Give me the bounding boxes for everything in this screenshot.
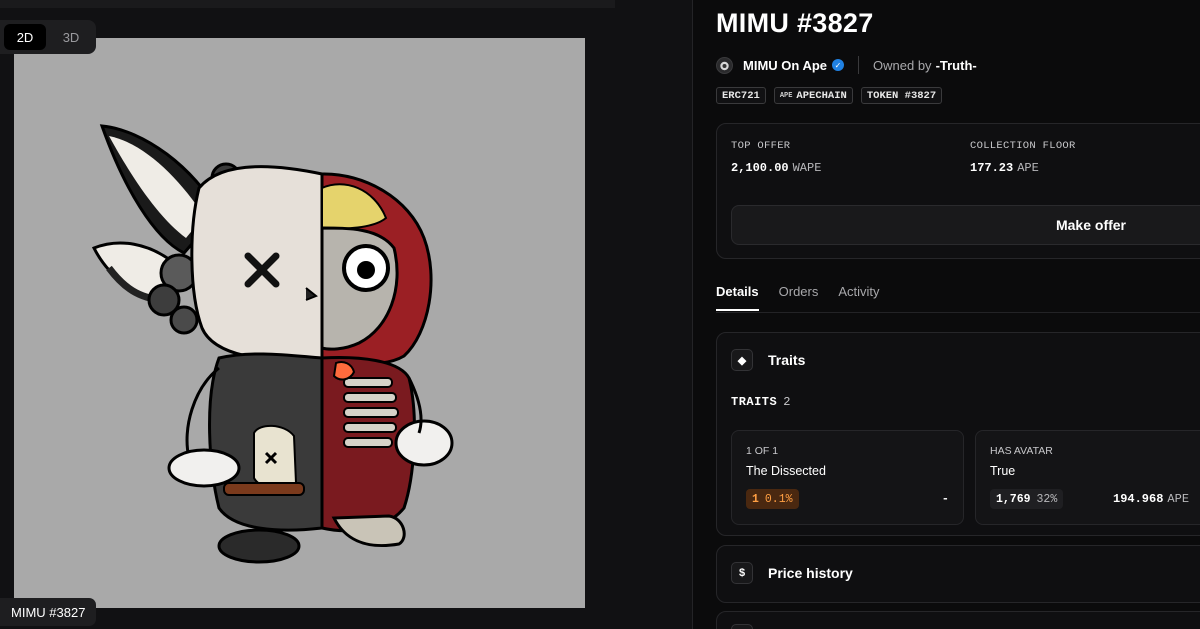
trait-price-value: 194.968 [1113,492,1164,506]
traits-section: ◆ Traits TRAITS 2 1 OF 1 The Dissected 1 … [716,332,1200,536]
top-offer: TOP OFFER 2,100.00 WAPE [731,140,821,175]
floor-unit: APE [1017,161,1039,175]
traits-count-number: 2 [783,395,791,409]
view-mode-toggle: 2D 3D [0,20,96,54]
nft-artwork[interactable] [14,38,585,608]
traits-header[interactable]: ◆ Traits [731,349,805,371]
details-pane: MIMU #3827 MIMU On Ape ✓ Owned by -Truth… [693,0,1200,629]
collection-avatar[interactable] [716,56,733,74]
item-meta-row: MIMU On Ape ✓ Owned by -Truth- [716,55,977,75]
collapsed-section[interactable] [716,611,1200,629]
diamond-icon: ◆ [731,349,753,371]
tab-orders[interactable]: Orders [779,284,819,311]
trait-count: 1,769 [996,492,1031,506]
media-top-strip [0,0,615,8]
traits-count-label: TRAITS [731,395,778,409]
trait-percent: 0.1% [764,492,793,506]
owner-link[interactable]: -Truth- [936,58,977,73]
view-2d-button[interactable]: 2D [4,24,46,50]
tag-standard-label: ERC721 [722,89,760,102]
traits-title: Traits [768,352,806,368]
verified-badge-icon: ✓ [832,59,845,71]
price-history-header[interactable]: $ Price history [731,562,853,584]
media-pane: 2D 3D MIMU #3827 [0,0,693,629]
top-offer-amount: 2,100.00 [731,161,789,175]
top-offer-value: 2,100.00 WAPE [731,161,821,175]
owned-by-label: Owned by [873,57,932,73]
trait-tile[interactable]: 1 OF 1 The Dissected 1 0.1% - [731,430,964,525]
tag-chain-label: APECHAIN [796,89,847,102]
top-offer-unit: WAPE [792,161,822,175]
floor-label: COLLECTION FLOOR [970,140,1076,152]
collection-avatar-icon [720,61,729,70]
tag-chain[interactable]: APE APECHAIN [773,87,853,104]
floor-amount: 177.23 [970,161,1014,175]
traits-count: TRAITS 2 [731,395,791,409]
price-history-title: Price history [768,565,853,581]
tag-standard[interactable]: ERC721 [716,87,766,104]
tab-activity[interactable]: Activity [838,284,879,311]
trait-type: HAS AVATAR [990,445,1053,457]
item-tags: ERC721 APE APECHAIN TOKEN #3827 [716,87,943,104]
trait-value: The Dissected [746,464,826,478]
section-icon [731,624,753,629]
trait-count: 1 [752,492,759,506]
collection-name-link[interactable]: MIMU On Ape [743,58,827,73]
nft-artwork-illustration [14,38,585,608]
detail-tabs: Details Orders Activity [716,284,880,311]
collection-floor: COLLECTION FLOOR 177.23 APE [970,140,1076,175]
view-3d-button[interactable]: 3D [50,24,92,50]
tag-token-label: TOKEN #3827 [866,89,937,102]
item-title: MIMU #3827 [716,8,874,38]
trait-rarity-badge: 1 0.1% [746,489,799,509]
trait-floor-price: - [942,492,949,506]
dollar-icon: $ [731,562,753,584]
ape-icon: APE [779,91,793,100]
trait-percent: 32% [1036,492,1058,506]
tabs-divider [716,312,1200,313]
trait-value: True [990,464,1016,478]
floor-value: 177.23 APE [970,161,1076,175]
top-offer-label: TOP OFFER [731,140,791,152]
media-caption: MIMU #3827 [0,598,97,626]
tag-token-id[interactable]: TOKEN #3827 [860,87,943,104]
tab-details[interactable]: Details [716,284,759,311]
make-offer-button[interactable]: Make offer [731,205,1200,245]
trait-rarity-badge: 1,769 32% [990,489,1064,509]
trait-price-value: - [941,492,949,506]
trait-floor-price: 194.968 APE [1113,492,1189,506]
offer-card: TOP OFFER 2,100.00 WAPE COLLECTION FLOOR … [716,123,1200,259]
meta-separator [858,56,860,74]
trait-type: 1 OF 1 [746,445,779,457]
trait-tile[interactable]: HAS AVATAR True 1,769 32% 194.968 APE [975,430,1200,525]
trait-price-unit: APE [1167,492,1190,506]
price-history-section[interactable]: $ Price history [716,545,1200,603]
